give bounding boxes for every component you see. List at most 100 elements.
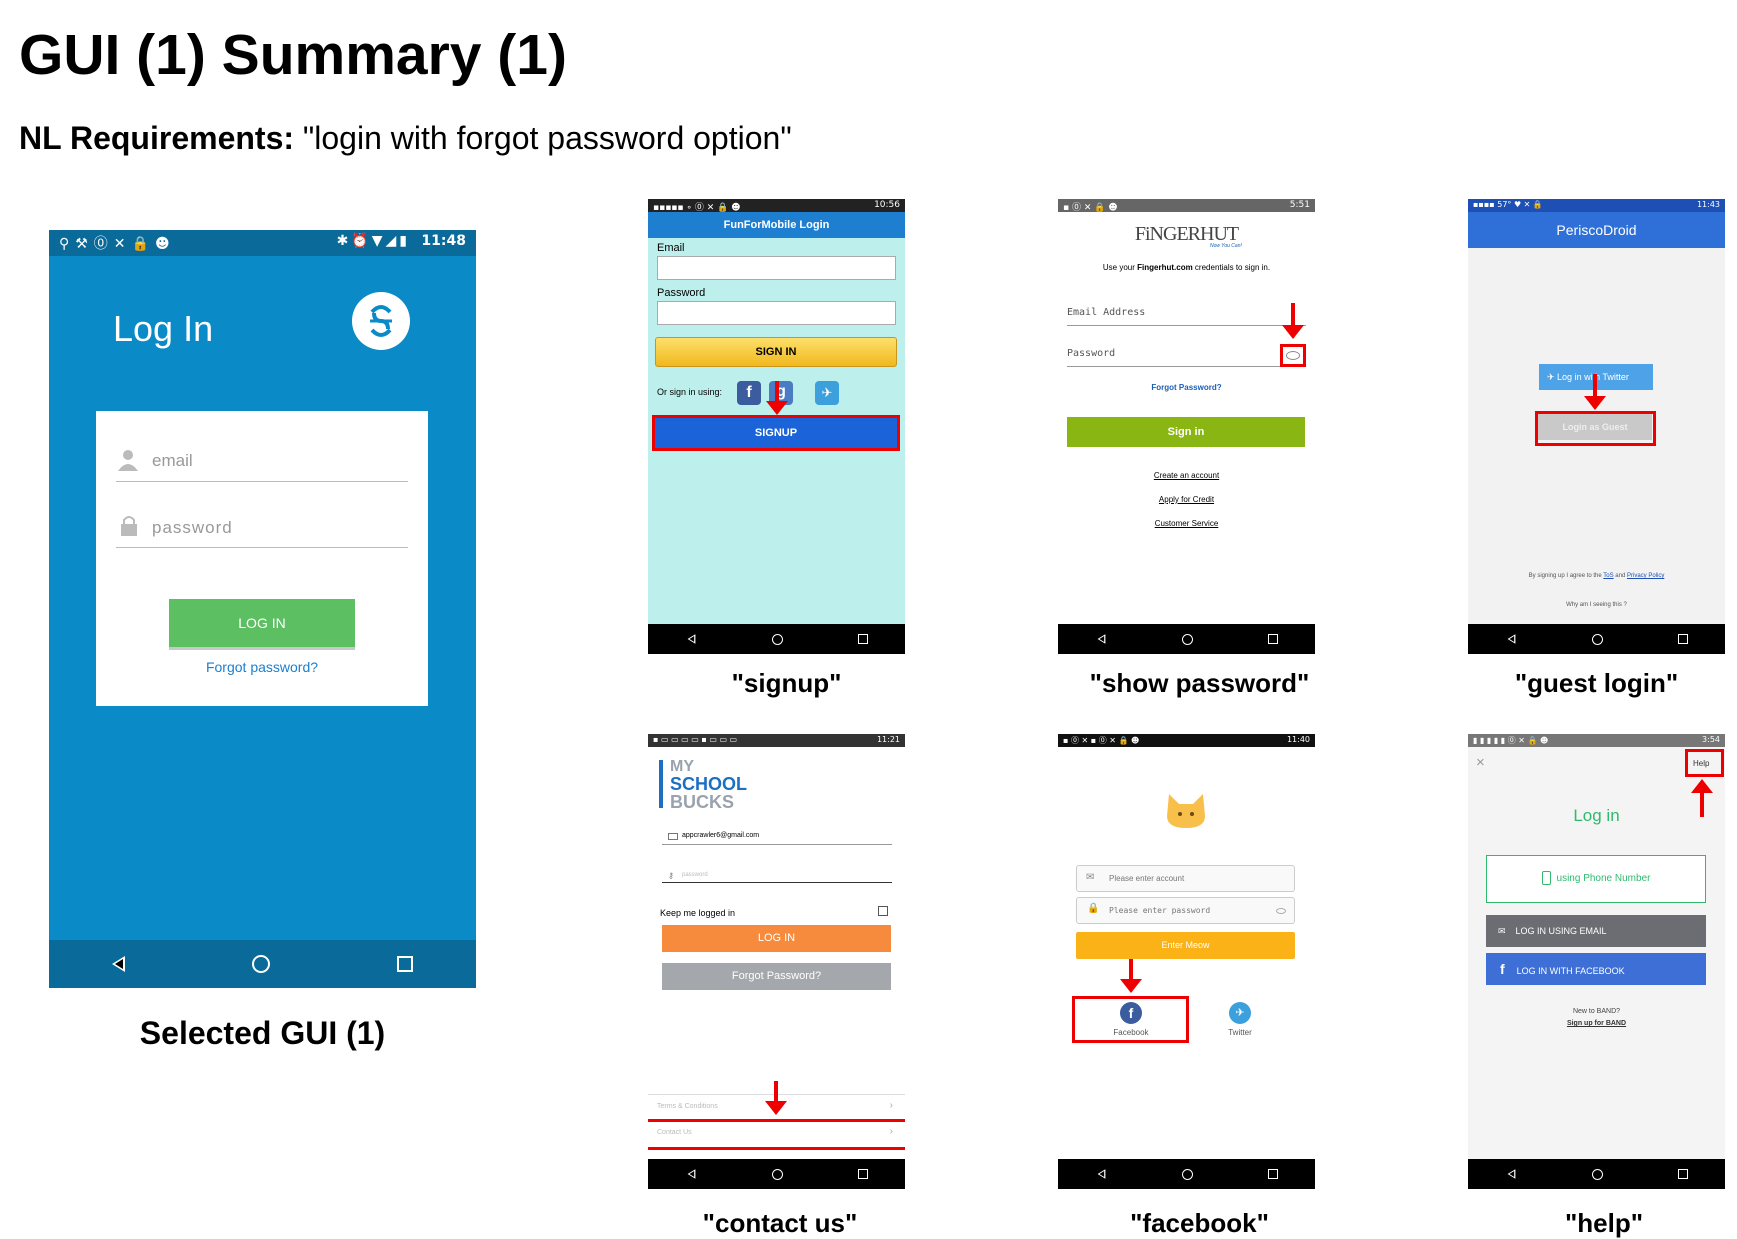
status-bar: ▪ ⓪ ✕ ▪ ⓪ ✕ 🔒 ☻ 11:40 <box>1058 734 1315 747</box>
google-icon[interactable]: g <box>769 381 793 405</box>
help-link[interactable]: Help <box>1693 759 1709 768</box>
keep-logged-checkbox[interactable] <box>878 906 888 916</box>
home-icon[interactable] <box>251 955 270 973</box>
home-icon[interactable] <box>772 1168 784 1180</box>
email-input[interactable]: appcrawler6@gmail.com <box>682 832 759 839</box>
password-input[interactable]: password <box>152 518 233 538</box>
account-input[interactable]: ✉ Please enter account <box>1076 865 1295 892</box>
show-password-eye-icon[interactable] <box>1286 351 1300 360</box>
recents-icon[interactable] <box>1267 1169 1278 1179</box>
status-bar: ▪▪▪▪ 57° ♥ ✕ 🔒 11:43 <box>1468 199 1725 212</box>
signup-link[interactable]: Sign up for BAND <box>1468 1020 1725 1027</box>
guest-login-button[interactable]: Login as Guest <box>1538 414 1652 440</box>
fingerhut-tagline: Now You Can! <box>1210 243 1242 249</box>
signup-button[interactable]: SIGNUP <box>654 417 898 449</box>
password-input[interactable]: Password <box>1067 348 1115 359</box>
logo-school: SCHOOL <box>670 774 748 794</box>
login-title: Log In <box>113 308 214 349</box>
back-icon[interactable] <box>1507 1169 1516 1179</box>
tos-link[interactable]: ToS <box>1603 573 1613 579</box>
red-arrow-down <box>1282 303 1304 341</box>
terms-row[interactable]: Terms & Conditions › <box>648 1094 905 1120</box>
app-logo-icon <box>352 292 410 350</box>
home-icon[interactable] <box>1182 633 1194 645</box>
terms-label: Terms & Conditions <box>657 1103 718 1110</box>
user-icon <box>118 449 138 471</box>
login-button[interactable]: LOG IN <box>662 925 891 952</box>
nav-bar <box>1468 1159 1725 1189</box>
facebook-icon[interactable]: f <box>737 381 761 405</box>
email-underline <box>1067 325 1306 326</box>
schoolbucks-caption: "contact us" <box>702 1208 858 1238</box>
phone-login-button[interactable]: using Phone Number <box>1486 855 1706 903</box>
password-field[interactable] <box>657 301 896 325</box>
email-login-button[interactable]: ✉ LOG IN USING EMAIL <box>1486 915 1706 947</box>
login-button[interactable]: LOG IN <box>169 599 355 647</box>
password-input[interactable]: 🔒 Please enter password <box>1076 897 1295 924</box>
or-sign-in-label: Or sign in using: <box>657 387 723 397</box>
password-underline <box>116 547 408 548</box>
forgot-password-link[interactable]: Forgot password? <box>96 659 428 675</box>
logo-bucks: BUCKS <box>670 792 735 812</box>
phone-icon <box>1541 871 1551 886</box>
password-input[interactable]: password <box>682 872 708 878</box>
recents-icon[interactable] <box>1677 1169 1688 1179</box>
close-icon[interactable]: × <box>1476 754 1485 771</box>
back-icon[interactable] <box>1507 634 1516 644</box>
nl-text: "login with forgot password option" <box>302 120 792 156</box>
back-icon[interactable] <box>687 634 696 644</box>
back-icon[interactable] <box>1097 634 1106 644</box>
twitter-login-button[interactable]: ✈ Log in with Twitter <box>1539 364 1653 390</box>
customer-service-link[interactable]: Customer Service <box>1058 519 1315 528</box>
recents-icon[interactable] <box>1267 634 1278 644</box>
email-input[interactable]: email <box>152 451 193 471</box>
create-account-link[interactable]: Create an account <box>1058 471 1315 480</box>
twitter-icon[interactable]: ✈ <box>1229 1002 1251 1024</box>
recents-icon[interactable] <box>396 956 413 972</box>
apply-credit-link[interactable]: Apply for Credit <box>1058 495 1315 504</box>
back-icon[interactable] <box>1097 1169 1106 1179</box>
signin-button[interactable]: SIGN IN <box>655 337 897 367</box>
envelope-icon: ✉ <box>1086 872 1095 883</box>
facebook-icon[interactable]: f <box>1120 1002 1142 1024</box>
recents-icon[interactable] <box>857 634 868 644</box>
forgot-password-link[interactable]: Forgot Password? <box>1058 383 1315 392</box>
forgot-password-button[interactable]: Forgot Password? <box>662 963 891 990</box>
lock-icon: 🔒 <box>1087 903 1100 914</box>
red-arrow-down <box>1120 959 1142 995</box>
why-link[interactable]: Why am I seeing this ? <box>1468 602 1725 608</box>
email-field[interactable] <box>657 256 896 280</box>
facebook-icon: f <box>1500 961 1505 977</box>
status-bar: ⚲⚒⓪✕🔒☻ 11:48 ✱⏰▼◢▮ <box>49 230 476 256</box>
schoolbucks-screenshot: ▪ ▭ ▭ ▭ ▭ ▪ ▭ ▭ ▭ 11:21 MY SCHOOL BUCKS a… <box>648 734 905 1189</box>
contact-row[interactable]: Contact Us › <box>648 1121 905 1147</box>
recents-icon[interactable] <box>1677 634 1688 644</box>
recents-icon[interactable] <box>857 1169 868 1179</box>
selected-caption: Selected GUI (1) <box>139 1015 386 1051</box>
twitter-label: Twitter <box>1228 1028 1252 1037</box>
back-icon[interactable] <box>112 956 126 972</box>
eye-icon[interactable] <box>1276 908 1286 914</box>
back-icon[interactable] <box>687 1169 696 1179</box>
status-bar: ▪ ▭ ▭ ▭ ▭ ▪ ▭ ▭ ▭ 11:21 <box>648 734 905 747</box>
home-icon[interactable] <box>1592 1168 1604 1180</box>
signin-button[interactable]: Sign in <box>1067 417 1305 447</box>
cat-logo-icon <box>1165 792 1207 830</box>
band-screenshot: ▮ ▮ ▮ ▮ ▮ ⓪ ✕ 🔒 ☻ 3:54 × Help Log in usin… <box>1468 734 1725 1189</box>
fingerhut-caption: "show password" <box>1089 668 1310 698</box>
signin-intro: Use your Fingerhut.com credentials to si… <box>1102 263 1271 272</box>
email-underline <box>662 844 892 845</box>
facebook-label: Facebook <box>1113 1028 1149 1037</box>
twitter-icon[interactable]: ✈ <box>815 381 839 405</box>
status-bar: ▪ ⓪ ✕ 🔒 ☻ 5:51 <box>1058 199 1315 213</box>
enter-meow-button[interactable]: Enter Meow <box>1076 932 1295 959</box>
email-input[interactable]: Email Address <box>1067 307 1145 318</box>
home-icon[interactable] <box>772 633 784 645</box>
login-card: email password LOG IN Forgot password? <box>96 411 428 706</box>
home-icon[interactable] <box>1182 1168 1194 1180</box>
periscodroid-screenshot: ▪▪▪▪ 57° ♥ ✕ 🔒 11:43 PeriscoDroid ✈ Log i… <box>1468 199 1725 654</box>
password-label: Password <box>657 287 706 299</box>
facebook-login-button[interactable]: f LOG IN WITH FACEBOOK <box>1486 953 1706 985</box>
privacy-link[interactable]: Privacy Policy <box>1627 573 1664 579</box>
home-icon[interactable] <box>1592 633 1604 645</box>
